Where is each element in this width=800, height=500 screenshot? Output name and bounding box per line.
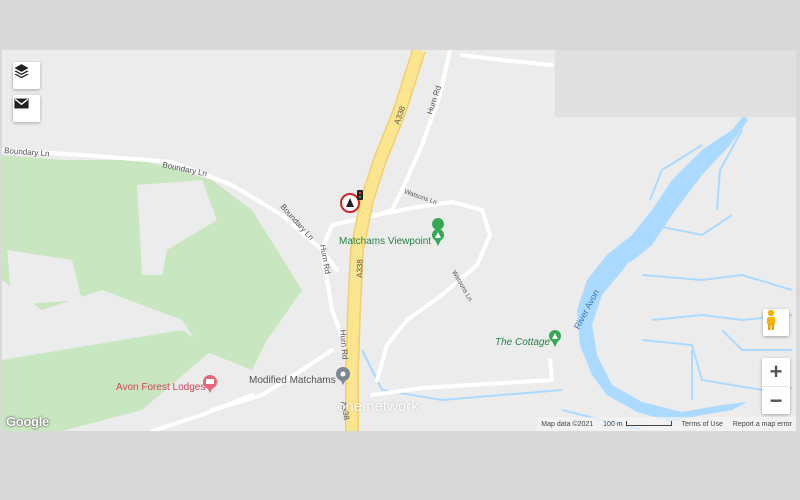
layers-button[interactable] [13,62,40,89]
pegman-icon [767,309,775,330]
scale-label: 100 m [603,420,623,428]
road-label-watsons-ln-1: Watsons Ln [403,188,438,206]
scale-bar[interactable]: 100 m [603,420,672,428]
overlay-panel [555,50,796,117]
stream [641,273,793,291]
layers-icon [14,64,29,79]
mail-button[interactable] [13,95,40,122]
zoom-in-button[interactable]: + [762,358,790,387]
terms-link[interactable]: Terms of Use [682,421,723,428]
report-link[interactable]: Report a map error [733,421,792,428]
zoom-out-button[interactable]: − [762,387,790,415]
local-road-4 [460,53,554,67]
river [577,115,748,422]
poi-label-cottage: The Cottage [495,337,550,348]
road-label-hurn-rd-mid: Hurn Rd [318,244,332,275]
road-label-hurn-rd-bottom: Hurn Rd [338,329,350,359]
google-logo: Google [6,414,49,429]
local-road-2 [150,393,254,431]
road-label-hurn-rd-top: Hurn Rd [425,84,443,115]
viewpoint-marker [432,218,445,246]
watermark: one.network [337,398,419,415]
zoom-control: + − [762,358,790,414]
river-island [626,261,642,273]
watsons-lane [375,200,492,382]
map-data-label: Map data ©2021 [541,420,594,428]
mail-icon [14,98,29,109]
local-road-3 [370,358,554,397]
poi-label-lodges: Avon Forest Lodges [116,382,205,393]
scale-line [625,421,672,427]
road-label-a338-mid: A338 [355,259,365,279]
cottage-marker [549,330,561,347]
poi-label-modified: Modified Matchams [249,375,336,386]
poi-label-viewpoint: Matchams Viewpoint [339,236,431,247]
street-view-button[interactable] [763,309,789,336]
map-footer: Map data ©2021 100 m Terms of Use Report… [537,417,796,431]
road-label-boundary-ln-3: Boundary Ln [279,202,316,242]
map-canvas[interactable]: Boundary Ln Boundary Ln Boundary Ln A338… [2,50,796,431]
